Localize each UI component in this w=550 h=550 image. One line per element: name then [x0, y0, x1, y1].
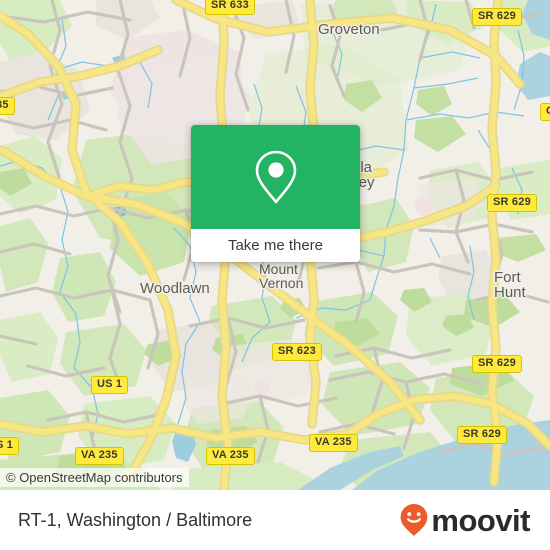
destination-popup-card[interactable]: Take me there: [191, 125, 360, 262]
moovit-brand[interactable]: moovit: [399, 503, 530, 537]
take-me-there-label: Take me there: [227, 237, 324, 254]
highway-shield: G: [540, 103, 550, 121]
highway-shield: SR 629: [472, 8, 522, 26]
highway-shield: US 1: [91, 376, 129, 394]
map-pin-icon: [255, 150, 296, 204]
highway-shield: SR 629: [472, 355, 522, 373]
take-me-there-button[interactable]: Take me there: [191, 229, 360, 262]
highway-shield: 35: [0, 97, 15, 115]
highway-shield: S 1: [0, 437, 20, 455]
moovit-wordmark: moovit: [431, 502, 530, 538]
highway-shield: SR 633: [205, 0, 255, 15]
popup-pin-area: [191, 125, 360, 229]
highway-shield: VA 235: [75, 447, 124, 465]
highway-shield: VA 235: [206, 447, 255, 465]
map-screen: Groveton bla lley Fort Hunt Woodlawn Mount Vern…: [0, 0, 550, 550]
highway-shield: SR 629: [487, 194, 537, 212]
station-title: RT-1, Washington / Baltimore: [18, 509, 253, 530]
moovit-smile-pin-icon: [400, 504, 428, 536]
map-canvas[interactable]: Groveton bla lley Fort Hunt Woodlawn Mount Vern…: [0, 0, 550, 490]
osm-attribution[interactable]: © OpenStreetMap contributors: [0, 468, 189, 487]
highway-shield: SR 623: [272, 343, 322, 361]
highway-shield: VA 235: [309, 434, 358, 452]
footer-bar: RT-1, Washington / Baltimore moovit: [0, 490, 550, 550]
highway-shield: SR 629: [457, 426, 507, 444]
